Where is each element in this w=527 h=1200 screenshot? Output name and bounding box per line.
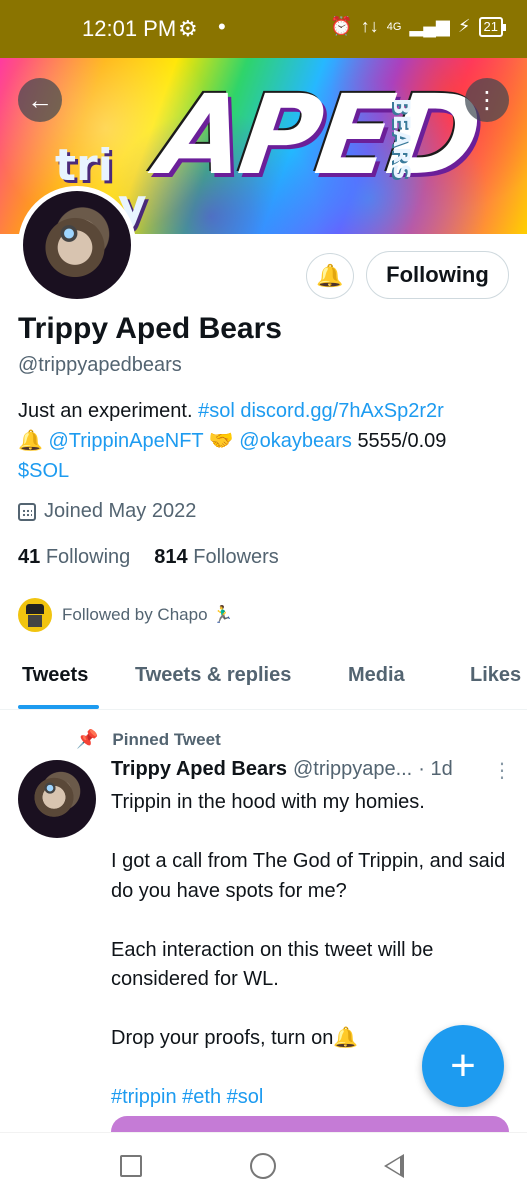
signal-icon: ▂▄▆ <box>409 16 450 36</box>
tab-likes[interactable]: Likes <box>470 664 521 687</box>
following-stat[interactable]: 41 Following <box>18 546 130 569</box>
follow-stats: 41 Following 814 Followers <box>18 546 279 569</box>
tab-media[interactable]: Media <box>348 664 405 687</box>
alarm-icon: ⏰ <box>330 16 353 36</box>
following-label: Following <box>45 546 131 568</box>
discord-link[interactable]: discord.gg/7hAxSp2r2r <box>240 400 443 422</box>
tweet-header: Trippy Aped Bears @trippyape... · 1d <box>111 758 511 781</box>
home-icon[interactable] <box>250 1153 276 1179</box>
status-time: 12:01 PM <box>82 16 177 41</box>
cashtag-link[interactable]: $SOL <box>18 460 69 482</box>
battery-indicator: 21 <box>478 16 507 37</box>
system-nav-bar <box>0 1132 527 1200</box>
more-options-button[interactable]: ⋮ <box>465 78 509 122</box>
bell-emoji: 🔔 <box>18 430 43 452</box>
pinned-label: Pinned Tweet <box>112 729 221 749</box>
tweet-line: Each interaction on this tweet will be c… <box>111 938 434 991</box>
notification-bell-button[interactable]: 🔔 <box>306 253 354 299</box>
profile-name: Trippy Aped Bears <box>18 312 282 345</box>
compose-tweet-button[interactable]: + <box>422 1025 504 1107</box>
tweet-avatar[interactable] <box>18 760 96 838</box>
pin-icon: 📌 <box>76 729 99 749</box>
plus-icon: + <box>450 1041 476 1090</box>
handshake-emoji: 🤝 <box>208 430 234 452</box>
status-dot: • <box>218 14 226 39</box>
tab-tweets[interactable]: Tweets <box>22 664 88 687</box>
profile-bio: Just an experiment. #sol discord.gg/7hAx… <box>18 396 513 486</box>
charging-icon: ⚡ <box>457 16 471 36</box>
tweet-time: · 1d <box>418 758 453 780</box>
followers-stat[interactable]: 814 Followers <box>154 546 279 569</box>
profile-handle: @trippyapedbears <box>18 354 182 376</box>
profile-avatar[interactable] <box>18 186 136 304</box>
mention-link[interactable]: @okaybears <box>239 430 352 452</box>
tweet-line: I got a call from The God of Trippin, an… <box>111 850 506 902</box>
following-count: 41 <box>18 546 41 568</box>
back-button[interactable]: ← <box>18 78 62 122</box>
joined-text: Joined May 2022 <box>44 500 197 522</box>
status-bar: 12:01 PM ⚙ • ⏰ ↑↓ 4G ▂▄▆ ⚡ 21 <box>0 0 527 58</box>
followers-count: 814 <box>154 546 188 568</box>
tweet-line: Trippin in the hood with my homies. <box>111 791 425 813</box>
mention-link[interactable]: @TrippinApeNFT <box>48 430 203 452</box>
back-triangle-icon[interactable] <box>384 1154 404 1178</box>
supply-price: 5555/0.09 <box>357 430 447 452</box>
banner-logo-side: BEARS <box>388 98 413 180</box>
gear-icon: ⚙ <box>178 16 198 41</box>
recent-apps-icon[interactable] <box>120 1155 142 1177</box>
followed-by-text: Followed by Chapo 🏃‍♂️ <box>62 605 234 624</box>
status-icons: ⏰ ↑↓ 4G ▂▄▆ ⚡ 21 <box>330 16 507 37</box>
network-label: 4G <box>386 20 402 33</box>
active-tab-indicator <box>18 705 99 709</box>
notification-bell-icon: 🔔 <box>316 263 344 288</box>
data-transfer-icon: ↑↓ <box>360 16 379 36</box>
following-button[interactable]: Following <box>366 251 509 299</box>
profile-tabs: Tweets Tweets & replies Media Likes <box>0 648 527 710</box>
followed-by[interactable]: Followed by Chapo 🏃‍♂️ <box>18 598 233 632</box>
followers-label: Followers <box>193 546 279 568</box>
tweet-author-name[interactable]: Trippy Aped Bears <box>111 758 287 781</box>
tab-tweets-replies[interactable]: Tweets & replies <box>135 664 291 687</box>
calendar-icon <box>18 502 36 521</box>
banner-logo-main: APED <box>151 71 486 199</box>
more-vertical-icon[interactable]: ⋮ <box>492 758 512 783</box>
joined-date: Joined May 2022 <box>18 500 196 523</box>
pinned-label-row: 📌 Pinned Tweet <box>76 729 221 750</box>
more-vertical-icon: ⋮ <box>475 86 499 114</box>
follower-avatar <box>18 598 52 632</box>
hashtag-link[interactable]: #sol <box>198 400 235 422</box>
arrow-left-icon: ← <box>27 84 53 115</box>
bio-text: Just an experiment. <box>18 400 199 422</box>
tweet-author-handle[interactable]: @trippyape... <box>293 758 412 781</box>
